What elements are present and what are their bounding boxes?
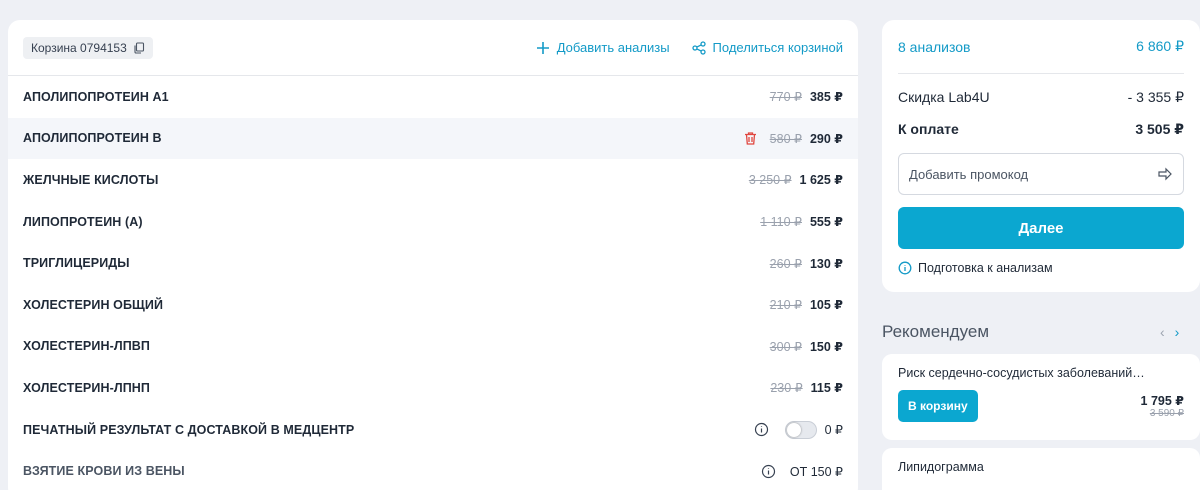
item-price: 555 ₽ <box>809 215 843 230</box>
next-button[interactable]: Далее <box>898 207 1184 249</box>
share-icon <box>691 40 706 55</box>
print-result-price: 0 ₽ <box>824 423 843 438</box>
info-icon[interactable] <box>761 464 776 479</box>
cart-item-row[interactable]: ТРИГЛИЦЕРИДЫ 260 ₽ 130 ₽ <box>8 242 858 284</box>
cart-id-badge[interactable]: Корзина 0794153 <box>23 36 153 59</box>
item-old-price: 1 110 ₽ <box>760 215 802 230</box>
share-cart-link[interactable]: Поделиться корзиной <box>691 40 843 55</box>
total-price: 6 860 ₽ <box>1136 38 1184 54</box>
copy-icon[interactable] <box>133 41 145 54</box>
cart-item-row[interactable]: ХОЛЕСТЕРИН ОБЩИЙ 210 ₽ 105 ₽ <box>8 284 858 326</box>
discount-value: - 3 355 ₽ <box>1127 88 1184 105</box>
item-price: 385 ₽ <box>809 90 843 105</box>
analyses-count: 8 анализов <box>898 38 971 55</box>
blood-draw-name: ВЗЯТИЕ КРОВИ ИЗ ВЕНЫ <box>23 464 185 479</box>
recommend-title: Рекомендуем <box>882 322 990 341</box>
print-result-name: ПЕЧАТНЫЙ РЕЗУЛЬТАТ С ДОСТАВКОЙ В МЕДЦЕНТ… <box>23 422 355 437</box>
item-old-price: 3 250 ₽ <box>748 173 792 188</box>
blood-draw-price: ОТ 150 ₽ <box>789 464 843 479</box>
item-name: АПОЛИПОПРОТЕИН А1 <box>23 89 169 104</box>
recommend-card-name: Риск сердечно-сосудистых заболеваний… <box>898 366 1145 380</box>
cart-items: АПОЛИПОПРОТЕИН А1 770 ₽ 385 ₽ АПОЛИПОПРОТ… <box>8 76 858 490</box>
chevron-left-icon[interactable]: ‹ <box>1160 324 1165 340</box>
item-old-price: 580 ₽ <box>769 131 802 146</box>
item-name: ХОЛЕСТЕРИН ОБЩИЙ <box>23 297 164 312</box>
recommend-card[interactable]: Риск сердечно-сосудистых заболеваний… В … <box>882 354 1200 440</box>
add-to-cart-button[interactable]: В корзину <box>898 390 978 422</box>
promo-field <box>898 153 1184 195</box>
promo-input[interactable] <box>909 166 1157 182</box>
add-analyses-label: Добавить анализы <box>556 40 670 55</box>
item-old-price: 210 ₽ <box>769 298 802 313</box>
cart-item-row[interactable]: ЖЕЛЧНЫЕ КИСЛОТЫ 3 250 ₽ 1 625 ₽ <box>8 159 858 201</box>
recommend-card[interactable]: Липидограмма <box>882 448 1200 490</box>
chevron-right-icon[interactable]: › <box>1175 324 1180 340</box>
discount-label: Скидка Lab4U <box>898 89 990 105</box>
trash-icon[interactable] <box>743 131 758 146</box>
recommend-card-name: Липидограмма <box>898 460 984 474</box>
item-price: 105 ₽ <box>809 298 843 313</box>
recommend-card-old-price: 3 590 ₽ <box>1149 408 1184 419</box>
summary-count-row[interactable]: 8 анализов 6 860 ₽ <box>898 20 1184 74</box>
recommend-card-price: 1 795 ₽ <box>1140 394 1184 408</box>
item-name: АПОЛИПОПРОТЕИН В <box>23 131 162 146</box>
plus-icon <box>536 41 549 54</box>
add-analyses-link[interactable]: Добавить анализы <box>536 40 670 55</box>
cart-item-row[interactable]: ХОЛЕСТЕРИН-ЛПВП 300 ₽ 150 ₽ <box>8 326 858 368</box>
preparation-link[interactable]: Подготовка к анализам <box>898 261 1184 275</box>
pay-value: 3 505 ₽ <box>1135 120 1184 137</box>
item-name: ХОЛЕСТЕРИН-ЛПВП <box>23 339 151 354</box>
pay-row: К оплате 3 505 ₽ <box>898 119 1184 139</box>
info-icon <box>898 261 912 275</box>
item-name: ЖЕЛЧНЫЕ КИСЛОТЫ <box>23 172 159 187</box>
order-summary: 8 анализов 6 860 ₽ Скидка Lab4U - 3 355 … <box>882 20 1200 292</box>
info-icon[interactable] <box>754 422 769 437</box>
item-old-price: 770 ₽ <box>769 90 802 105</box>
cart-item-row[interactable]: АПОЛИПОПРОТЕИН А1 770 ₽ 385 ₽ <box>8 76 858 118</box>
preparation-label: Подготовка к анализам <box>918 261 1053 275</box>
pay-label: К оплате <box>898 121 959 137</box>
discount-row: Скидка Lab4U - 3 355 ₽ <box>898 87 1184 107</box>
recommend-nav: ‹ › <box>1160 324 1179 340</box>
cart-id-label: Корзина 0794153 <box>31 40 127 55</box>
item-old-price: 300 ₽ <box>769 339 802 354</box>
print-result-toggle[interactable] <box>784 420 817 439</box>
share-cart-label: Поделиться корзиной <box>712 40 843 55</box>
item-old-price: 260 ₽ <box>769 256 802 271</box>
item-name: ТРИГЛИЦЕРИДЫ <box>23 256 130 271</box>
item-price: 115 ₽ <box>810 381 843 396</box>
print-result-row: ПЕЧАТНЫЙ РЕЗУЛЬТАТ С ДОСТАВКОЙ В МЕДЦЕНТ… <box>8 409 858 451</box>
cart-panel: Корзина 0794153 Добавить анализы Поделит… <box>8 20 858 490</box>
item-price: 150 ₽ <box>809 339 843 354</box>
arrow-right-icon[interactable] <box>1157 166 1173 182</box>
cart-header: Корзина 0794153 Добавить анализы Поделит… <box>8 20 858 76</box>
cart-item-row[interactable]: АПОЛИПОПРОТЕИН В 580 ₽ 290 ₽ <box>8 117 858 160</box>
item-name: ЛИПОПРОТЕИН (А) <box>23 214 143 229</box>
item-price: 130 ₽ <box>809 256 843 271</box>
item-old-price: 230 ₽ <box>770 381 803 396</box>
cart-item-row[interactable]: ХОЛЕСТЕРИН-ЛПНП 230 ₽ 115 ₽ <box>8 367 858 409</box>
cart-item-row[interactable]: ЛИПОПРОТЕИН (А) 1 110 ₽ 555 ₽ <box>8 201 858 243</box>
item-price: 290 ₽ <box>809 131 843 146</box>
blood-draw-row: ВЗЯТИЕ КРОВИ ИЗ ВЕНЫ ОТ 150 ₽ <box>8 450 858 490</box>
item-price: 1 625 ₽ <box>799 173 843 188</box>
item-name: ХОЛЕСТЕРИН-ЛПНП <box>23 380 151 395</box>
